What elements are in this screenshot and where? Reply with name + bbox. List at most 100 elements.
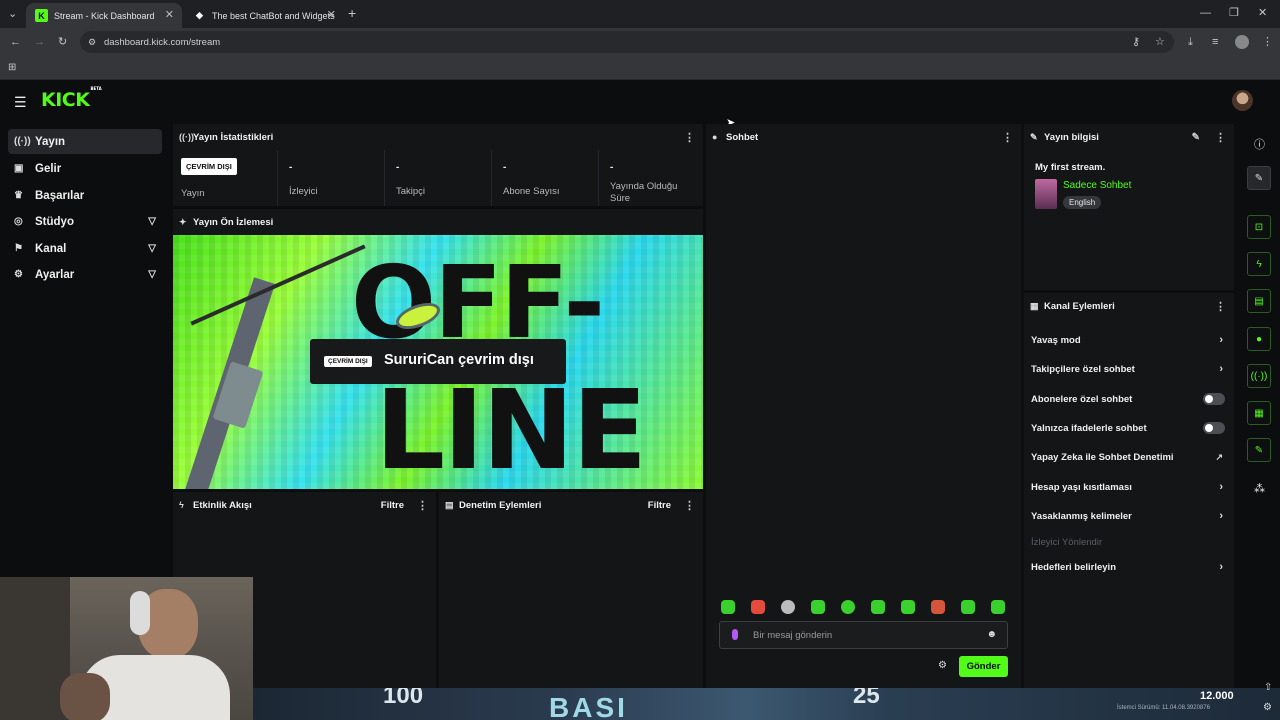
category-link[interactable]: Sadece Sohbet	[1063, 180, 1131, 191]
offline-overlay-badge: ÇEVRİM DIŞI	[324, 356, 372, 367]
panel-header: ● Sohbet ⋮	[706, 124, 1021, 150]
lightning-icon: ϟ	[179, 500, 184, 510]
document-icon: ▤	[445, 499, 454, 510]
sidebar-item-basarilar[interactable]: ♛ Başarılar	[8, 183, 162, 208]
offline-art-text-bottom: LINE	[375, 366, 647, 489]
emote-button[interactable]	[781, 600, 795, 614]
browser-tab-strip: ⌄ K Stream - Kick Dashboard ✕ ◆ The best…	[0, 0, 1280, 28]
rail-edit-button[interactable]: ✎	[1247, 166, 1271, 190]
rail-button[interactable]: ▦	[1247, 401, 1271, 425]
forward-icon[interactable]: →	[34, 36, 45, 48]
close-window-icon[interactable]: ✕	[1258, 7, 1267, 19]
more-widgets-icon[interactable]: ⁂	[1254, 482, 1265, 495]
chat-settings-icon[interactable]: ⚙	[938, 660, 947, 671]
emote-button[interactable]	[871, 600, 885, 614]
panel-header: ϟ Etkinlik Akışı Filtre ⋮	[173, 492, 436, 518]
back-icon[interactable]: ←	[10, 36, 21, 48]
panel-header: ((·)) Yayın İstatistikleri ⋮	[173, 124, 703, 150]
panel-title: Yayın İstatistikleri	[193, 131, 274, 143]
edit-pencil-icon[interactable]: ✎	[1192, 132, 1200, 143]
action-ai-moderation[interactable]: Yapay Zeka ile Sohbet Denetimi ↗	[1031, 448, 1227, 466]
hamburger-menu-icon[interactable]: ☰	[14, 94, 27, 111]
emote-button[interactable]	[991, 600, 1005, 614]
emote-only-toggle[interactable]	[1203, 422, 1225, 434]
rail-button[interactable]: ●	[1247, 327, 1271, 351]
stat-label: Abone Sayısı	[503, 186, 560, 197]
new-tab-icon[interactable]: +	[348, 6, 356, 20]
more-options-icon[interactable]: ⋮	[1002, 131, 1013, 144]
stat-label: Yayında Olduğu Süre	[610, 181, 678, 204]
subscribers-only-toggle[interactable]	[1203, 393, 1225, 405]
beta-badge: BETA	[90, 85, 102, 91]
action-followers-only[interactable]: Takipçilere özel sohbet ›	[1031, 360, 1227, 378]
rail-button[interactable]: ✎	[1247, 438, 1271, 462]
filter-button[interactable]: Filtre	[381, 500, 404, 511]
sidebar-item-label: Stüdyo	[35, 215, 74, 228]
emoji-icon[interactable]: ☻	[986, 629, 997, 640]
user-avatar[interactable]	[1232, 90, 1253, 111]
sidebar-item-ayarlar[interactable]: ⚙ Ayarlar ▽	[8, 262, 162, 287]
chevron-down-icon: ▽	[148, 243, 156, 254]
url-field[interactable]: ⚙ dashboard.kick.com/stream	[80, 31, 1174, 53]
stat-uptime: - Yayında Olduğu Süre	[599, 150, 703, 206]
action-slow-mode[interactable]: Yavaş mod ›	[1031, 331, 1227, 349]
more-options-icon[interactable]: ⋮	[417, 499, 428, 512]
media-queue-icon[interactable]: ≡	[1212, 36, 1218, 48]
close-tab-icon[interactable]: ✕	[327, 8, 336, 21]
filter-button[interactable]: Filtre	[648, 500, 671, 511]
emote-button[interactable]	[751, 600, 765, 614]
download-icon[interactable]: ⤓	[1188, 36, 1193, 48]
emote-button[interactable]	[961, 600, 975, 614]
chat-input[interactable]: Bir mesaj gönderin ☻	[719, 621, 1008, 649]
bookmark-star-icon[interactable]: ☆	[1155, 36, 1165, 48]
tab-title: Stream - Kick Dashboard	[54, 10, 155, 21]
panel-title: Denetim Eylemleri	[459, 499, 542, 511]
action-banned-words[interactable]: Yasaklanmış kelimeler ›	[1031, 507, 1227, 525]
action-emote-only: Yalnızca ifadelerle sohbet	[1031, 419, 1227, 437]
emote-button[interactable]	[811, 600, 825, 614]
panel-header: ▦ Kanal Eylemleri ⋮	[1024, 293, 1234, 319]
sidebar-item-label: Yayın	[35, 135, 66, 148]
rail-button[interactable]: ((·))	[1247, 364, 1271, 388]
profile-avatar[interactable]	[1235, 35, 1249, 49]
stat-followers: - Takipçi	[385, 150, 492, 206]
password-key-icon[interactable]: ⚷	[1132, 36, 1140, 48]
sidebar-item-gelir[interactable]: ▣ Gelir	[8, 156, 162, 181]
more-options-icon[interactable]: ⋮	[684, 499, 695, 512]
tab-kick-dashboard[interactable]: K Stream - Kick Dashboard ✕	[26, 3, 182, 28]
minimize-icon[interactable]: —	[1200, 7, 1211, 19]
restore-icon[interactable]: ❐	[1229, 7, 1239, 19]
chrome-menu-icon[interactable]: ⋮	[1262, 36, 1273, 48]
sidebar-item-kanal[interactable]: ⚑ Kanal ▽	[8, 236, 162, 261]
more-options-icon[interactable]: ⋮	[1215, 131, 1226, 144]
sidebar-item-yayin[interactable]: ((·)) Yayın	[8, 129, 162, 154]
emote-button[interactable]	[841, 600, 855, 614]
rail-button[interactable]: ϟ	[1247, 252, 1271, 276]
site-info-icon[interactable]: ⚙	[88, 36, 96, 48]
emote-button[interactable]	[721, 600, 735, 614]
document-icon: ▤	[1254, 295, 1264, 307]
kick-logo[interactable]: KICKBETA	[41, 85, 102, 111]
more-options-icon[interactable]: ⋮	[684, 131, 695, 144]
action-account-age[interactable]: Hesap yaşı kısıtlaması ›	[1031, 478, 1227, 496]
overlay-score-mid: 25	[853, 688, 880, 709]
apps-grid-icon[interactable]: ⊞	[8, 62, 16, 74]
reload-icon[interactable]: ↻	[58, 36, 67, 48]
rail-button[interactable]: ▤	[1247, 289, 1271, 313]
close-tab-icon[interactable]: ✕	[165, 8, 174, 21]
action-set-goals[interactable]: Hedefleri belirleyin ›	[1031, 558, 1227, 576]
emote-button[interactable]	[901, 600, 915, 614]
microphone-icon[interactable]	[732, 629, 738, 640]
tab-chatbot[interactable]: ◆ The best ChatBot and Widgets ✕	[184, 3, 344, 28]
info-icon[interactable]: ⓘ	[1254, 136, 1265, 152]
tab-search-icon[interactable]: ⌄	[8, 8, 17, 20]
rail-button[interactable]: ⊡	[1247, 215, 1271, 239]
url-text: dashboard.kick.com/stream	[104, 36, 221, 48]
emote-button[interactable]	[931, 600, 945, 614]
panel-title: Kanal Eylemleri	[1044, 300, 1115, 312]
stat-label: İzleyici	[289, 186, 318, 197]
send-button[interactable]: Gönder	[959, 656, 1008, 677]
sidebar-item-studyo[interactable]: ◎ Stüdyo ▽	[8, 209, 162, 234]
stream-preview-panel: ✦ Yayın Ön İzlemesi OFF- LINE ÇEVRİM DIŞ…	[173, 209, 703, 489]
more-options-icon[interactable]: ⋮	[1215, 300, 1226, 313]
